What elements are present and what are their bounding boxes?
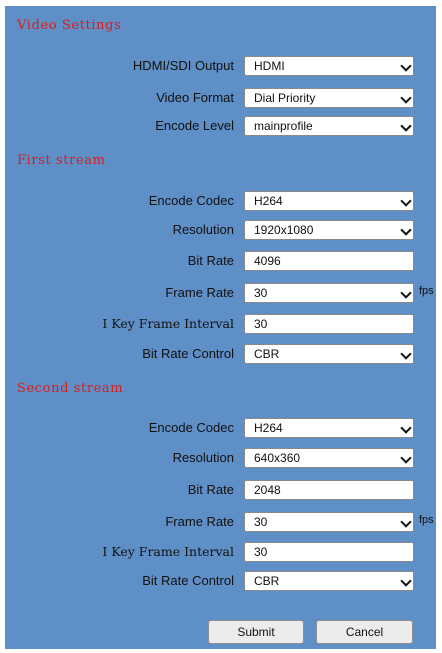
encode-level-row: Encode Level mainprofile xyxy=(5,116,436,138)
second-frame-rate-value: 30 xyxy=(254,515,268,529)
chevron-down-icon xyxy=(400,452,412,464)
first-resolution-select[interactable]: 1920x1080 xyxy=(244,220,414,240)
second-bit-rate-control-label: Bit Rate Control xyxy=(142,573,234,588)
first-i-key-frame-label: I Key Frame Interval xyxy=(102,316,234,331)
chevron-down-icon xyxy=(400,224,412,236)
second-encode-codec-row: Encode Codec H264 xyxy=(5,418,436,440)
hdmi-sdi-output-select[interactable]: HDMI xyxy=(244,56,414,76)
hdmi-sdi-output-label: HDMI/SDI Output xyxy=(132,58,234,73)
first-encode-codec-row: Encode Codec H264 xyxy=(5,191,436,213)
second-bit-rate-row: Bit Rate 2048 xyxy=(5,480,436,502)
chevron-down-icon xyxy=(400,516,412,528)
first-frame-rate-select[interactable]: 30 xyxy=(244,283,414,303)
second-encode-codec-value: H264 xyxy=(254,421,283,435)
chevron-down-icon xyxy=(400,60,412,72)
first-bit-rate-input[interactable]: 4096 xyxy=(244,251,414,271)
first-encode-codec-value: H264 xyxy=(254,194,283,208)
chevron-down-icon xyxy=(400,348,412,360)
second-encode-codec-select[interactable]: H264 xyxy=(244,418,414,438)
video-format-select[interactable]: Dial Priority xyxy=(244,88,414,108)
first-encode-codec-select[interactable]: H264 xyxy=(244,191,414,211)
second-stream-title: Second stream xyxy=(17,381,124,396)
first-i-key-frame-value: 30 xyxy=(254,317,268,331)
first-frame-rate-row: Frame Rate 30 fps xyxy=(5,283,436,305)
second-resolution-select[interactable]: 640x360 xyxy=(244,448,414,468)
first-resolution-label: Resolution xyxy=(172,222,234,237)
second-i-key-frame-value: 30 xyxy=(254,545,268,559)
chevron-down-icon xyxy=(400,575,412,587)
second-frame-rate-select[interactable]: 30 xyxy=(244,512,414,532)
first-frame-rate-unit: fps xyxy=(419,285,434,297)
second-bit-rate-label: Bit Rate xyxy=(187,482,234,497)
first-i-key-frame-row: I Key Frame Interval 30 xyxy=(5,314,436,336)
second-resolution-value: 640x360 xyxy=(254,451,301,465)
encode-level-label: Encode Level xyxy=(155,118,234,133)
video-settings-title: Video Settings xyxy=(17,18,122,33)
first-frame-rate-value: 30 xyxy=(254,286,268,300)
first-bit-rate-control-value: CBR xyxy=(254,347,280,361)
submit-button[interactable]: Submit xyxy=(208,620,304,644)
first-resolution-value: 1920x1080 xyxy=(254,223,314,237)
second-bit-rate-control-value: CBR xyxy=(254,574,280,588)
first-stream-title: First stream xyxy=(17,153,106,168)
video-format-row: Video Format Dial Priority xyxy=(5,88,436,110)
first-resolution-row: Resolution 1920x1080 xyxy=(5,220,436,242)
first-bit-rate-control-row: Bit Rate Control CBR xyxy=(5,344,436,366)
cancel-button[interactable]: Cancel xyxy=(316,620,413,644)
chevron-down-icon xyxy=(400,287,412,299)
hdmi-sdi-output-value: HDMI xyxy=(254,59,285,73)
second-i-key-frame-row: I Key Frame Interval 30 xyxy=(5,542,436,564)
encode-level-select[interactable]: mainprofile xyxy=(244,116,414,136)
first-frame-rate-label: Frame Rate xyxy=(165,285,234,300)
second-encode-codec-label: Encode Codec xyxy=(148,420,234,435)
video-settings-panel: Video Settings HDMI/SDI Output HDMI Vide… xyxy=(5,6,436,649)
second-frame-rate-row: Frame Rate 30 fps xyxy=(5,512,436,534)
first-i-key-frame-input[interactable]: 30 xyxy=(244,314,414,334)
video-format-label: Video Format xyxy=(156,90,234,105)
first-bit-rate-label: Bit Rate xyxy=(187,253,234,268)
encode-level-value: mainprofile xyxy=(254,119,313,133)
second-i-key-frame-input[interactable]: 30 xyxy=(244,542,414,562)
video-format-value: Dial Priority xyxy=(254,91,316,105)
second-i-key-frame-label: I Key Frame Interval xyxy=(102,544,234,559)
second-bit-rate-control-select[interactable]: CBR xyxy=(244,571,414,591)
first-encode-codec-label: Encode Codec xyxy=(148,193,234,208)
second-frame-rate-unit: fps xyxy=(419,514,434,526)
second-frame-rate-label: Frame Rate xyxy=(165,514,234,529)
chevron-down-icon xyxy=(400,120,412,132)
first-bit-rate-control-select[interactable]: CBR xyxy=(244,344,414,364)
hdmi-sdi-output-row: HDMI/SDI Output HDMI xyxy=(5,56,436,78)
second-bit-rate-input[interactable]: 2048 xyxy=(244,480,414,500)
second-bit-rate-value: 2048 xyxy=(254,483,281,497)
second-resolution-row: Resolution 640x360 xyxy=(5,448,436,470)
chevron-down-icon xyxy=(400,92,412,104)
first-bit-rate-row: Bit Rate 4096 xyxy=(5,251,436,273)
second-bit-rate-control-row: Bit Rate Control CBR xyxy=(5,571,436,593)
first-bit-rate-value: 4096 xyxy=(254,254,281,268)
chevron-down-icon xyxy=(400,422,412,434)
chevron-down-icon xyxy=(400,195,412,207)
first-bit-rate-control-label: Bit Rate Control xyxy=(142,346,234,361)
second-resolution-label: Resolution xyxy=(172,450,234,465)
